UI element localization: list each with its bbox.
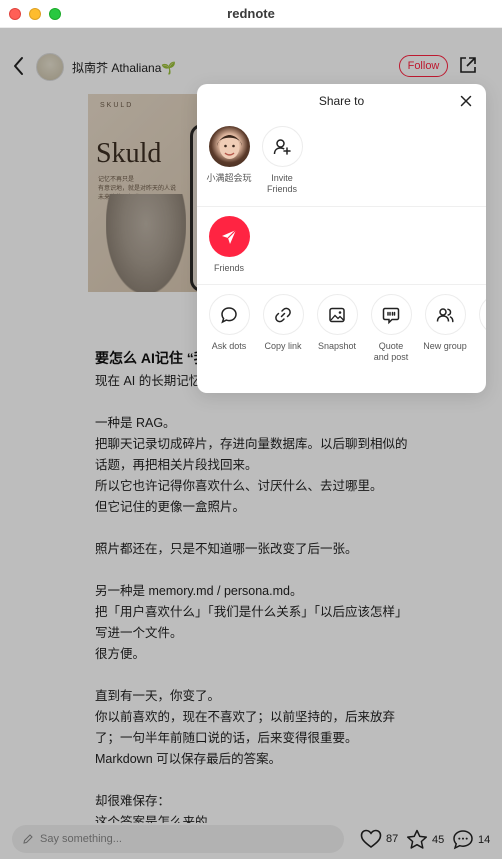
snapshot-label: Snapshot — [317, 341, 357, 351]
snapshot-button[interactable]: Snapshot — [310, 294, 364, 352]
group-icon — [436, 307, 454, 322]
image-icon — [329, 307, 345, 322]
new-group-label: New group — [423, 341, 467, 351]
invite-friends-button[interactable]: Invite Friends — [255, 126, 309, 195]
share-panel: Share to 小满超会玩 Invite Friends Friends As… — [197, 84, 486, 393]
maximize-window-button[interactable] — [49, 8, 61, 20]
contact-avatar — [208, 126, 250, 167]
share-contact-xiaoman[interactable]: 小满超会玩 — [202, 126, 256, 184]
contact-label: 小满超会玩 — [206, 173, 252, 183]
copy-link-button[interactable]: Copy link — [256, 294, 310, 352]
new-group-circle — [424, 294, 466, 335]
share-to-friends-button[interactable]: Friends — [202, 216, 256, 274]
quote-and-post-label: Quote and post — [373, 341, 409, 362]
new-group-button[interactable]: New group — [418, 294, 472, 352]
close-icon[interactable] — [458, 93, 474, 109]
quote-and-post-circle — [370, 294, 412, 335]
chat-bubble-icon — [221, 306, 237, 323]
user-avatar-photo-icon — [216, 135, 242, 159]
ask-dots-button[interactable]: Ask dots — [202, 294, 256, 352]
window-titlebar: rednote — [0, 0, 502, 28]
friends-label: Friends — [213, 263, 244, 273]
copy-link-label: Copy link — [264, 341, 302, 351]
copy-link-circle — [262, 294, 304, 335]
minimize-window-button[interactable] — [29, 8, 41, 20]
friends-circle — [208, 216, 250, 257]
more-share-option-button[interactable] — [472, 294, 486, 335]
divider — [197, 206, 486, 207]
share-panel-header: Share to — [197, 84, 486, 118]
window-title: rednote — [227, 6, 275, 21]
invite-friends-circle — [261, 126, 303, 167]
link-icon — [275, 307, 291, 322]
ask-dots-label: Ask dots — [211, 341, 247, 351]
divider — [197, 284, 486, 285]
quote-icon — [382, 307, 400, 324]
add-user-icon — [273, 138, 291, 155]
ask-dots-circle — [208, 294, 250, 335]
more-option-circle — [478, 294, 486, 335]
close-window-button[interactable] — [9, 8, 21, 20]
invite-friends-label: Invite Friends — [266, 173, 297, 194]
window-controls — [9, 8, 61, 20]
paper-plane-icon — [222, 229, 237, 244]
snapshot-circle — [316, 294, 358, 335]
quote-and-post-button[interactable]: Quote and post — [364, 294, 418, 363]
share-panel-title: Share to — [318, 94, 365, 108]
